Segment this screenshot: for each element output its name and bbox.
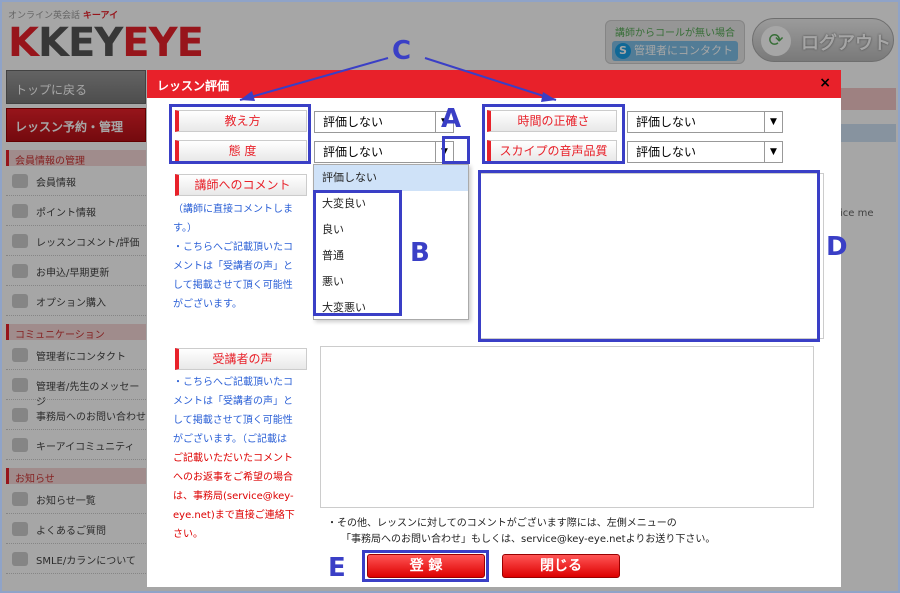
image-frame — [0, 0, 900, 593]
